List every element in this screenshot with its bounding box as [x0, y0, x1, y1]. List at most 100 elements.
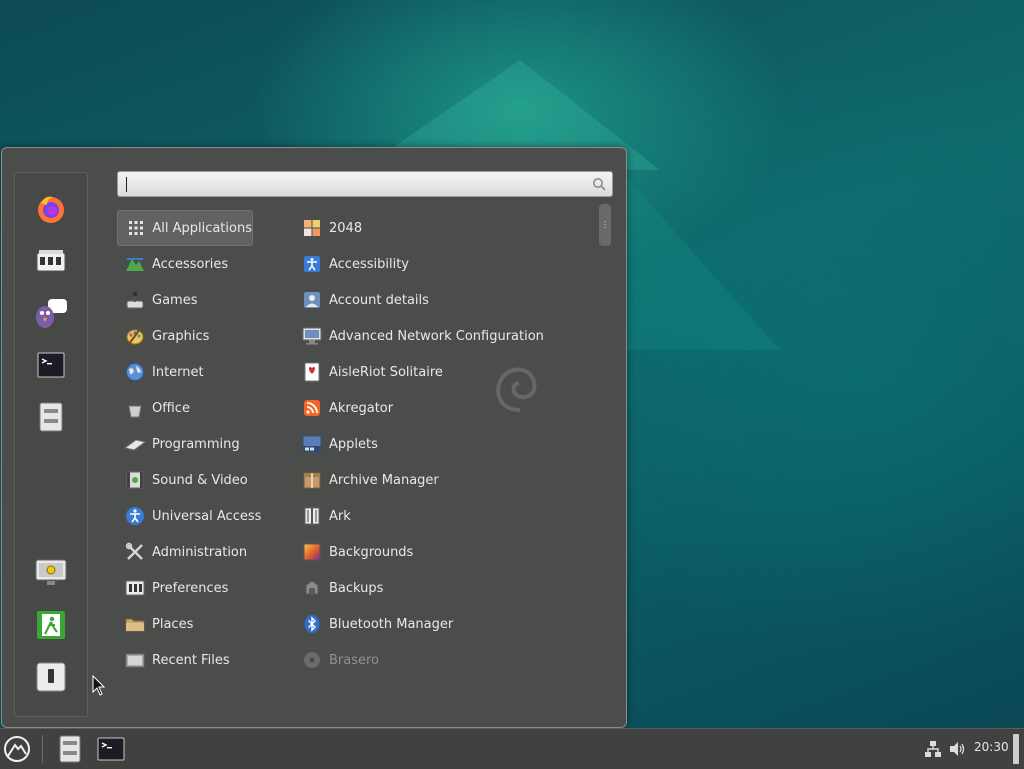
debian-logo-watermark	[496, 367, 537, 412]
category-list: All Applications Accessories Games Graph…	[117, 210, 297, 678]
graphics-icon	[124, 325, 146, 347]
app-advanced-network-configuration[interactable]: Advanced Network Configuration	[294, 318, 594, 354]
scrollbar-thumb[interactable]	[599, 204, 611, 246]
category-label: Games	[152, 292, 198, 308]
wallpaper-facet	[620, 170, 780, 350]
administration-icon	[124, 541, 146, 563]
preferences-icon	[124, 577, 146, 599]
app-accessibility[interactable]: Accessibility	[294, 246, 594, 282]
menu-button[interactable]	[1, 733, 33, 765]
app-label: Applets	[329, 436, 378, 452]
app-akregator[interactable]: Akregator	[294, 390, 594, 426]
cinnamon-logo-icon	[4, 736, 30, 762]
category-office[interactable]: Office	[117, 390, 297, 426]
accessibility-icon	[301, 253, 323, 275]
taskbar-panel: 20:30	[0, 728, 1024, 769]
game-2048-icon	[301, 217, 323, 239]
application-menu: All Applications Accessories Games Graph…	[1, 147, 627, 728]
file-manager-launcher[interactable]	[54, 733, 86, 765]
app-label: Brasero	[329, 652, 380, 668]
ark-icon	[301, 505, 323, 527]
app-aisleriot-solitaire[interactable]: AisleRiot Solitaire	[294, 354, 594, 390]
pidgin-icon[interactable]	[33, 295, 69, 331]
office-icon	[124, 397, 146, 419]
category-sound-video[interactable]: Sound & Video	[117, 462, 297, 498]
backgrounds-icon	[301, 541, 323, 563]
file-manager-icon[interactable]	[33, 399, 69, 435]
category-universal-access[interactable]: Universal Access	[117, 498, 297, 534]
bluetooth-icon	[301, 613, 323, 635]
terminal-launcher[interactable]	[95, 733, 127, 765]
software-manager-icon[interactable]	[33, 243, 69, 279]
app-2048[interactable]: 2048	[294, 210, 594, 246]
mouse-pointer-icon	[92, 675, 106, 696]
account-icon	[301, 289, 323, 311]
category-graphics[interactable]: Graphics	[117, 318, 297, 354]
category-label: Accessories	[152, 256, 229, 272]
app-backups[interactable]: Backups	[294, 570, 594, 606]
backups-icon	[301, 577, 323, 599]
app-archive-manager[interactable]: Archive Manager	[294, 462, 594, 498]
games-icon	[124, 289, 146, 311]
app-label: Account details	[329, 292, 429, 308]
search-input[interactable]	[124, 174, 588, 196]
network-tray-icon[interactable]	[922, 733, 944, 765]
application-list: 2048 Accessibility Account details Advan…	[294, 210, 594, 678]
universal-access-icon	[124, 505, 146, 527]
category-programming[interactable]: Programming	[117, 426, 297, 462]
app-applets[interactable]: Applets	[294, 426, 594, 462]
folder-icon	[124, 613, 146, 635]
rss-icon	[301, 397, 323, 419]
favorites-sidebar	[14, 172, 88, 717]
terminal-icon[interactable]	[33, 347, 69, 383]
category-label: Office	[152, 400, 190, 416]
file-manager-icon	[59, 735, 81, 763]
app-brasero[interactable]: Brasero	[294, 642, 594, 678]
app-label: Bluetooth Manager	[329, 616, 454, 632]
panel-separator	[42, 735, 43, 763]
applets-icon	[301, 433, 323, 455]
shutdown-icon[interactable]	[33, 659, 69, 695]
clock[interactable]: 20:30	[974, 740, 1009, 754]
search-box[interactable]	[117, 171, 613, 197]
accessories-icon	[124, 253, 146, 275]
category-label: Universal Access	[152, 508, 262, 524]
app-label: Backups	[329, 580, 384, 596]
terminal-icon	[97, 737, 125, 761]
disc-icon	[301, 649, 323, 671]
category-label: Programming	[152, 436, 240, 452]
app-account-details[interactable]: Account details	[294, 282, 594, 318]
category-games[interactable]: Games	[117, 282, 297, 318]
category-label: Preferences	[152, 580, 229, 596]
category-administration[interactable]: Administration	[117, 534, 297, 570]
show-desktop-button[interactable]	[1013, 734, 1019, 764]
category-preferences[interactable]: Preferences	[117, 570, 297, 606]
lock-screen-icon[interactable]	[33, 555, 69, 591]
logout-icon[interactable]	[33, 607, 69, 643]
firefox-icon[interactable]	[33, 191, 69, 227]
app-backgrounds[interactable]: Backgrounds	[294, 534, 594, 570]
search-icon	[592, 177, 606, 195]
sound-video-icon	[124, 469, 146, 491]
app-label: Accessibility	[329, 256, 409, 272]
category-label: Recent Files	[152, 652, 230, 668]
app-label: 2048	[329, 220, 363, 236]
app-label: Archive Manager	[329, 472, 439, 488]
recent-files-icon	[124, 649, 146, 671]
category-label: Internet	[152, 364, 204, 380]
category-accessories[interactable]: Accessories	[117, 246, 297, 282]
category-all-applications[interactable]: All Applications	[117, 210, 253, 246]
category-label: All Applications	[152, 220, 252, 236]
category-recent-files[interactable]: Recent Files	[117, 642, 297, 678]
app-label: Ark	[329, 508, 351, 524]
category-label: Places	[152, 616, 194, 632]
app-label: AisleRiot Solitaire	[329, 364, 443, 380]
category-internet[interactable]: Internet	[117, 354, 297, 390]
programming-icon	[124, 433, 146, 455]
cards-icon	[301, 361, 323, 383]
app-ark[interactable]: Ark	[294, 498, 594, 534]
category-places[interactable]: Places	[117, 606, 297, 642]
volume-tray-icon[interactable]	[946, 733, 968, 765]
grid-icon	[125, 217, 146, 239]
app-bluetooth-manager[interactable]: Bluetooth Manager	[294, 606, 594, 642]
